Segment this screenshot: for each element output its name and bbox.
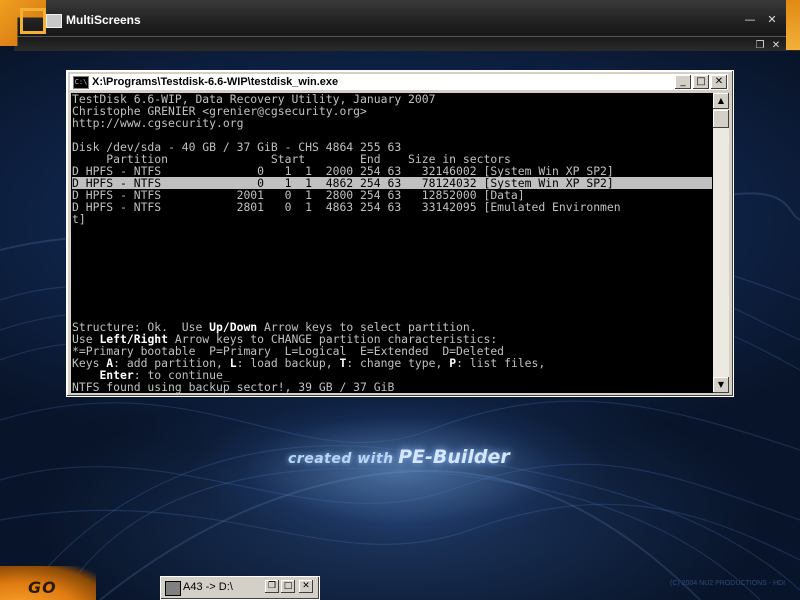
pe-builder-logo: created with PE-Builder xyxy=(288,446,510,468)
key-t-text: : change type, xyxy=(346,356,450,370)
console-title: X:\Programs\Testdisk-6.6-WIP\testdisk_wi… xyxy=(92,76,339,88)
close-icon[interactable]: ✕ xyxy=(766,14,778,26)
taskbar-maximize-button[interactable]: □ xyxy=(281,580,295,593)
key-l-text: : load backup, xyxy=(236,356,340,370)
console-window-icon xyxy=(165,581,181,596)
console-maximize-button[interactable]: □ xyxy=(693,75,709,89)
scroll-thumb[interactable] xyxy=(713,110,729,128)
partition-row-wrap: t] xyxy=(72,212,86,226)
multiscreens-toolbar xyxy=(14,36,800,51)
multiscreens-corner-frame xyxy=(20,8,46,34)
console-close-button[interactable]: ✕ xyxy=(711,75,727,89)
go-label[interactable]: GO xyxy=(28,578,57,597)
restore-icon[interactable]: ❐ xyxy=(754,40,766,51)
taskbar-window-button[interactable]: A43 -> D:\ ❐ □ ✕ xyxy=(160,576,320,600)
close-small-icon[interactable]: ✕ xyxy=(770,40,782,51)
multiscreens-title: MultiScreens xyxy=(66,13,141,27)
console-output[interactable]: TestDisk 6.6-WIP, Data Recovery Utility,… xyxy=(71,93,713,393)
console-titlebar[interactable]: C:\ X:\Programs\Testdisk-6.6-WIP\testdis… xyxy=(70,74,728,90)
key-l: L xyxy=(229,356,237,370)
ntfs-status-line: NTFS found using backup sector!, 39 GB /… xyxy=(72,380,395,393)
console-icon[interactable]: C:\ xyxy=(73,75,89,89)
console-window[interactable]: C:\ X:\Programs\Testdisk-6.6-WIP\testdis… xyxy=(66,70,734,397)
taskbar-close-button[interactable]: ✕ xyxy=(299,580,313,593)
minimize-icon[interactable]: — xyxy=(744,14,756,26)
console-line: http://www.cgsecurity.org xyxy=(72,116,244,130)
logo-pe-builder: PE-Builder xyxy=(398,446,510,468)
scroll-up-icon[interactable]: ▲ xyxy=(713,93,729,109)
multiscreens-right-accent xyxy=(786,0,800,50)
taskbar-restore-button[interactable]: ❐ xyxy=(265,580,279,593)
multiscreens-app-icon xyxy=(46,14,62,28)
logo-created-with: created with xyxy=(288,451,394,467)
console-minimize-button[interactable]: _ xyxy=(675,75,691,89)
taskbar-window-label: A43 -> D:\ xyxy=(183,581,233,593)
console-scrollbar[interactable]: ▲ ▼ xyxy=(713,93,729,393)
key-p-text: : list files, xyxy=(456,356,546,370)
copyright-text: (C) 2004 NU2 PRODUCTIONS - HDI xyxy=(670,580,786,587)
scroll-down-icon[interactable]: ▼ xyxy=(713,377,729,393)
partition-row[interactable]: D HPFS - NTFS 2801 0 1 4863 254 63 33142… xyxy=(72,201,621,213)
